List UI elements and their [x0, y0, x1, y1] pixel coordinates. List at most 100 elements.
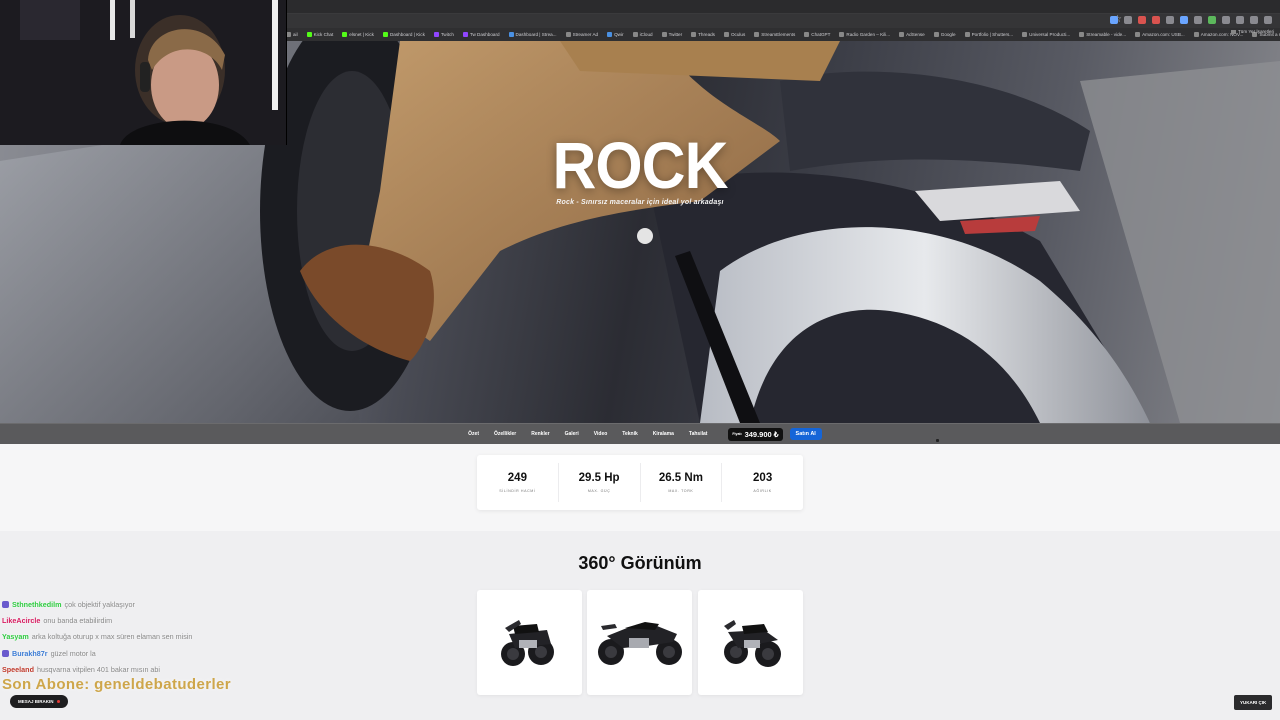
- bookmark-item[interactable]: Qwir: [607, 32, 624, 37]
- webcam-overlay: [0, 0, 287, 145]
- bookmark-item[interactable]: Oculus: [723, 32, 745, 37]
- chat-message: LikeAcircle onu banda etabilirdim: [2, 612, 322, 628]
- profile-icon[interactable]: [1250, 16, 1258, 24]
- extension-icon[interactable]: [1138, 16, 1146, 24]
- bookmark-item[interactable]: Streamer Ad: [565, 32, 598, 37]
- spec-label: MAX. GÜÇ: [587, 489, 611, 493]
- extension-icon[interactable]: [1236, 16, 1244, 24]
- price-badge: Fiyatı 349.900 ₺: [728, 427, 783, 441]
- bookmark-item[interactable]: Streamable - vide...: [1079, 32, 1126, 37]
- extension-icon[interactable]: [1180, 16, 1188, 24]
- bookmark-item[interactable]: Dashboard | Kick: [382, 32, 425, 37]
- bookmark-label: ail: [293, 32, 298, 37]
- bookmark-item[interactable]: Twitch: [433, 32, 454, 37]
- leave-message-button[interactable]: MESAJ BIRAKIN: [10, 695, 68, 708]
- spec-label: AĞIRLIK: [753, 489, 772, 493]
- bookmark-item[interactable]: StreamElements: [754, 32, 795, 37]
- bookmark-label: AdSense: [906, 32, 925, 37]
- view-360-tile-rear[interactable]: [698, 590, 803, 695]
- extension-icon[interactable]: [1208, 16, 1216, 24]
- bookmark-item[interactable]: Tw Dashboard: [462, 32, 500, 37]
- bookmark-item[interactable]: elsnet | Kick: [342, 32, 374, 37]
- nav-link-summary[interactable]: Özet: [468, 431, 479, 437]
- bookmark-label: Kick Chat: [313, 32, 334, 37]
- bookmark-label: Google: [940, 32, 956, 37]
- chat-username: Burakh87r: [12, 648, 48, 658]
- bookmark-item[interactable]: Radio Garden – Kili...: [839, 32, 890, 37]
- screen: ☆ ailKick Chatelsnet | KickDashboard | K…: [0, 0, 1280, 720]
- bookmark-favicon-icon: [382, 32, 388, 37]
- other-bookmarks[interactable]: Tüm Yer İşaretleri: [1231, 29, 1274, 34]
- extension-icon[interactable]: [1110, 16, 1118, 24]
- bookmark-item[interactable]: Portfolio | Shutters...: [964, 32, 1014, 37]
- leave-message-label: MESAJ BIRAKIN: [18, 699, 54, 704]
- spec-value: 26.5 Nm: [658, 472, 703, 484]
- bookmark-label: Portfolio | Shutters...: [971, 32, 1014, 37]
- bookmark-favicon-icon: [342, 32, 348, 37]
- bookmark-item[interactable]: Kick Chat: [306, 32, 334, 37]
- bookmark-label: iCloud: [639, 32, 653, 37]
- chat-message: Sthnethkedilm çok objektif yaklaşıyor: [2, 596, 322, 612]
- bookmark-favicon-icon: [1079, 32, 1085, 37]
- nav-link-payment[interactable]: Tahsilat: [689, 431, 708, 437]
- spec-max-torque: 26.5 Nm MAX. TORK: [641, 463, 723, 502]
- nav-link-colors[interactable]: Renkler: [531, 431, 549, 437]
- bookmark-label: elsnet | Kick: [349, 32, 374, 37]
- spec-label: SİLİNDİR HACMİ: [499, 489, 536, 493]
- bookmark-label: Qwir: [614, 32, 624, 37]
- bookmark-favicon-icon: [1135, 32, 1141, 37]
- extension-icon[interactable]: [1124, 16, 1132, 24]
- spec-weight: 203 AĞIRLIK: [722, 463, 803, 502]
- scroll-to-top-button[interactable]: YUKARI ÇIK: [1234, 695, 1273, 710]
- bookmark-favicon-icon: [632, 32, 638, 37]
- nav-link-video[interactable]: Video: [594, 431, 608, 437]
- nav-link-gallery[interactable]: Galeri: [565, 431, 579, 437]
- buy-button[interactable]: Satın Al: [789, 428, 822, 440]
- bookmark-item[interactable]: Twitter: [661, 32, 682, 37]
- spec-value: 203: [753, 472, 773, 484]
- view-360-tile-front[interactable]: [477, 590, 582, 695]
- bookmark-item[interactable]: Amazon.com: USB...: [1135, 32, 1185, 37]
- view-360-tile-side[interactable]: [587, 590, 692, 695]
- nav-link-rental[interactable]: Kiralama: [653, 431, 674, 437]
- bookmark-label: Radio Garden – Kili...: [846, 32, 891, 37]
- chat-username: Speeland: [2, 664, 34, 674]
- bookmark-item[interactable]: Universal Producti...: [1022, 32, 1070, 37]
- nav-link-technical[interactable]: Teknik: [622, 431, 637, 437]
- nav-link-features[interactable]: Özellikler: [494, 431, 516, 437]
- bookmark-favicon-icon: [607, 32, 613, 37]
- spec-value: 29.5 Hp: [578, 472, 620, 484]
- hero-subtitle: Rock - Sınırsız maceralar için ideal yol…: [556, 199, 724, 206]
- bookmark-item[interactable]: Dashboard | Strea...: [508, 32, 557, 37]
- bookmark-label: StreamElements: [761, 32, 796, 37]
- bookmark-label: Threads: [698, 32, 715, 37]
- chat-username: Sthnethkedilm: [12, 599, 62, 609]
- spec-label: MAX. TORK: [668, 489, 694, 493]
- price-label: Fiyatı: [732, 432, 742, 436]
- chat-text: güzel motor la: [50, 648, 96, 658]
- bookmark-item[interactable]: ChatGPT: [804, 32, 830, 37]
- menu-icon[interactable]: [1264, 16, 1272, 24]
- streamer-webcam-image: [0, 0, 286, 145]
- bookmark-favicon-icon: [723, 32, 729, 37]
- bookmark-label: Tw Dashboard: [469, 32, 500, 37]
- extension-icon[interactable]: [1194, 16, 1202, 24]
- extension-icon[interactable]: [1166, 16, 1174, 24]
- bookmark-favicon-icon: [565, 32, 571, 37]
- bookmark-item[interactable]: Threads: [691, 32, 715, 37]
- extension-icon[interactable]: [1222, 16, 1230, 24]
- bookmark-favicon-icon: [661, 32, 667, 37]
- latest-subscriber-text: Son Abone: geneldebatuderler: [2, 676, 232, 693]
- bookmark-item[interactable]: ail: [286, 32, 298, 37]
- subscriber-badge-icon: [2, 649, 9, 657]
- chat-username: Yasyam: [2, 632, 29, 642]
- subscriber-badge-icon: [2, 600, 9, 608]
- extension-icon[interactable]: [1152, 16, 1160, 24]
- spec-max-power: 29.5 Hp MAX. GÜÇ: [559, 463, 641, 502]
- bookmark-favicon-icon: [804, 32, 810, 37]
- bookmark-item[interactable]: Google: [933, 32, 956, 37]
- bookmark-item[interactable]: AdSense: [899, 32, 925, 37]
- bookmark-favicon-icon: [508, 32, 514, 37]
- bookmark-item[interactable]: iCloud: [632, 32, 653, 37]
- bookmark-label: Twitch: [440, 32, 454, 37]
